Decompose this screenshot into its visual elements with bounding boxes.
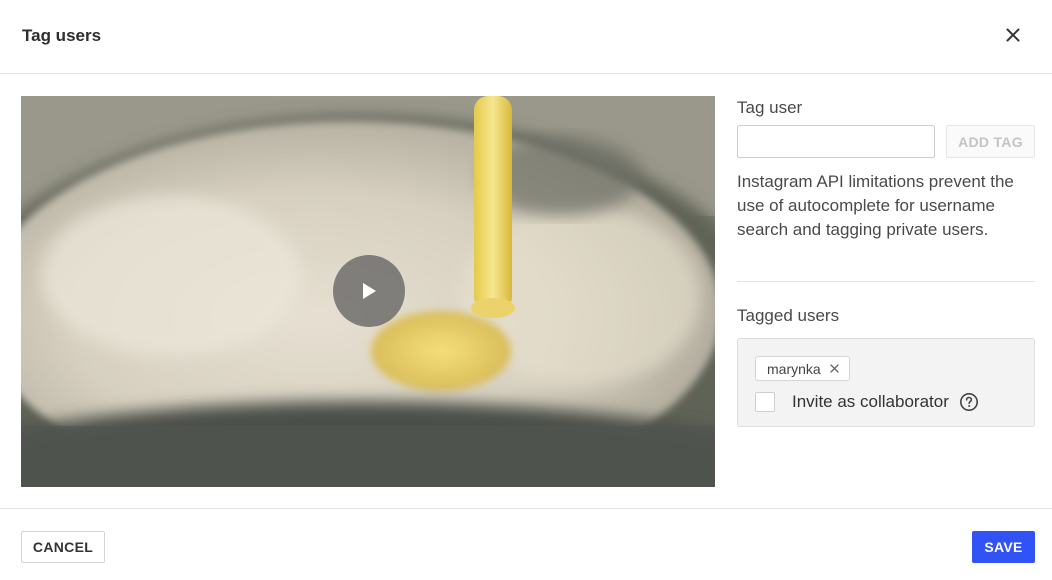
close-icon [1006, 28, 1020, 42]
tag-user-input[interactable] [737, 125, 935, 158]
api-limitation-note: Instagram API limitations prevent the us… [737, 172, 1014, 239]
play-button[interactable] [333, 255, 405, 327]
section-divider [737, 281, 1035, 282]
tag-user-label: Tag user [737, 98, 803, 117]
save-button[interactable]: SAVE [972, 531, 1035, 563]
close-button[interactable] [1000, 22, 1026, 48]
video-preview[interactable] [21, 96, 715, 487]
user-tag-username: marynka [767, 360, 821, 377]
user-tag-chip: marynka [755, 356, 850, 381]
cancel-button[interactable]: CANCEL [21, 531, 105, 563]
play-icon [363, 283, 376, 299]
collaborator-row: Invite as collaborator [755, 392, 979, 412]
dialog-title: Tag users [22, 26, 102, 45]
dialog-header: Tag users [0, 0, 1052, 74]
add-tag-button[interactable]: ADD TAG [946, 125, 1035, 158]
invite-collaborator-checkbox[interactable] [755, 392, 775, 412]
remove-tag-button[interactable] [829, 363, 841, 375]
tagged-users-box: marynka Invite as collaborator [737, 338, 1035, 427]
help-icon[interactable] [959, 392, 979, 412]
dialog-footer: CANCEL SAVE [0, 508, 1052, 580]
close-icon [830, 364, 839, 373]
invite-collaborator-label: Invite as collaborator [792, 392, 949, 411]
tagged-users-label: Tagged users [737, 306, 840, 325]
